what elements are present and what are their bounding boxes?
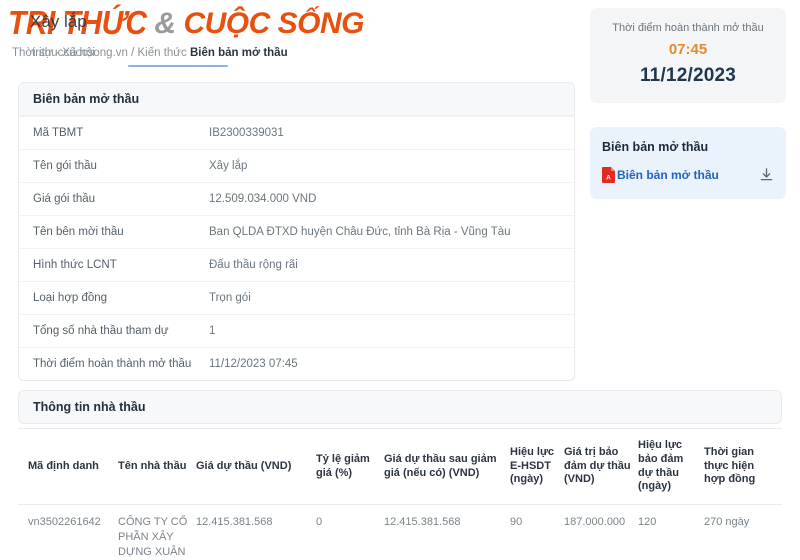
cell-gia-tri-bao-dam: 187.000.000 — [564, 516, 626, 528]
pdf-file-icon: A — [602, 167, 615, 183]
detail-key: Thời điểm hoàn thành mở thầu — [33, 358, 192, 370]
column-header-ten-nha-thau[interactable]: Tên nhà thầu — [118, 428, 196, 505]
breadcrumb-separator: / — [131, 47, 135, 59]
detail-key: Tên bên mời thầu — [33, 226, 124, 238]
detail-row: Tên bên mời thầu Ban QLDA ĐTXD huyện Châ… — [19, 215, 574, 248]
column-header-gia-tri-bao-dam[interactable]: Giá trị bảo đảm dự thầu (VND) — [564, 428, 638, 505]
detail-row: Mã TBMT IB2300339031 — [19, 116, 574, 149]
detail-row: Hình thức LCNT Đấu thầu rộng rãi — [19, 248, 574, 281]
breadcrumb-overlay: trithuccuocsong.vn / Kiến thức Biên bản … — [32, 47, 288, 59]
column-header-hieu-luc-ehsdt[interactable]: Hiệu lực E-HSDT (ngày) — [510, 428, 564, 505]
cell-gia-du-thau: 12.415.381.568 — [196, 516, 273, 528]
document-card: Biên bản mở thầu A Biên bản mở thầu — [590, 127, 786, 199]
detail-key: Tổng số nhà thầu tham dự — [33, 325, 169, 337]
sidebar-right: Thời điểm hoàn thành mở thầu 07:45 11/12… — [590, 8, 786, 199]
breadcrumb-item-category[interactable]: Kiến thức — [138, 47, 187, 59]
column-header-gia-du-thau[interactable]: Giá dự thầu (VND) — [196, 428, 316, 505]
column-header-ma-dinh-danh[interactable]: Mã định danh — [18, 428, 118, 505]
detail-value: 12.509.034.000 VND — [209, 193, 317, 205]
bidders-panel-title: Thông tin nhà thầu — [18, 390, 782, 424]
open-date-value: 11/12/2023 — [639, 65, 737, 86]
document-card-title: Biên bản mở thầu — [602, 140, 709, 154]
table-row: vn3502261642 CÔNG TY CỔ PHẦN XÂY DỰNG XU… — [18, 505, 782, 560]
minutes-panel-title: Biên bản mở thầu — [19, 83, 574, 116]
detail-row: Giá gói thầu 12.509.034.000 VND — [19, 182, 574, 215]
active-tab-indicator — [128, 65, 228, 67]
document-download-row[interactable]: A Biên bản mở thầu — [602, 167, 774, 183]
detail-row: Thời điểm hoàn thành mở thầu 11/12/2023 … — [19, 347, 574, 380]
detail-key: Hình thức LCNT — [33, 259, 117, 271]
detail-row: Tên gói thầu Xây lắp — [19, 149, 574, 182]
page-root: TRI THỨC & CUỘC SỐNG Xây lắp Thời sự - X… — [0, 0, 800, 560]
detail-value: Xây lắp — [209, 160, 248, 172]
logo-ampersand: & — [154, 7, 176, 40]
detail-value: Trọn gói — [209, 292, 251, 304]
column-header-hieu-luc-bao-dam[interactable]: Hiệu lực bảo đảm dự thầu (ngày) — [638, 428, 704, 505]
cell-ty-le-giam-gia: 0 — [316, 516, 323, 528]
detail-key: Tên gói thầu — [33, 160, 97, 172]
detail-key: Loại hợp đồng — [33, 292, 108, 304]
breadcrumb-current: Biên bản mở thầu — [189, 47, 288, 59]
open-time-card: Thời điểm hoàn thành mở thầu 07:45 11/12… — [590, 8, 786, 103]
detail-value: Ban QLDA ĐTXD huyện Châu Đức, tỉnh Bà Rị… — [209, 226, 511, 238]
site-header: TRI THỨC & CUỘC SỐNG Xây lắp Thời sự - X… — [0, 0, 575, 75]
logo-text-secondary: CUỘC SỐNG — [183, 7, 364, 40]
column-header-ty-le-giam-gia[interactable]: Tỷ lệ giảm giá (%) — [316, 428, 384, 505]
detail-value: 1 — [209, 325, 216, 337]
page-title-overlay: Xây lắp — [30, 12, 87, 31]
detail-value: Đấu thầu rộng rãi — [209, 259, 298, 271]
cell-thoi-gian-hop-dong: 270 ngày — [704, 516, 750, 528]
detail-row: Tổng số nhà thầu tham dự 1 — [19, 314, 574, 347]
bidders-table: Mã định danh Tên nhà thầu Giá dự thầu (V… — [18, 428, 782, 560]
cell-hieu-luc-ehsdt: 90 — [510, 516, 523, 528]
column-header-gia-sau-giam-gia[interactable]: Giá dự thầu sau giảm giá (nếu có) (VND) — [384, 428, 510, 505]
column-header-thoi-gian-hop-dong[interactable]: Thời gian thực hiện hợp đồng — [704, 428, 782, 505]
table-header-row: Mã định danh Tên nhà thầu Giá dự thầu (V… — [18, 428, 782, 505]
detail-key: Giá gói thầu — [33, 193, 96, 205]
cell-ten-nha-thau: CÔNG TY CỔ PHẦN XÂY DỰNG XUÂN VŨ — [118, 516, 188, 558]
cell-gia-sau-giam-gia: 12.415.381.568 — [384, 516, 461, 528]
download-icon[interactable] — [759, 167, 774, 183]
detail-key: Mã TBMT — [33, 127, 84, 139]
detail-row: Loại hợp đồng Trọn gói — [19, 281, 574, 314]
svg-text:A: A — [606, 175, 611, 182]
open-time-label: Thời điểm hoàn thành mở thầu — [612, 22, 764, 34]
detail-value: IB2300339031 — [209, 127, 284, 139]
open-time-value: 07:45 — [668, 41, 708, 58]
minutes-panel: Biên bản mở thầu Mã TBMT IB2300339031 Tê… — [18, 82, 575, 381]
cell-hieu-luc-bao-dam: 120 — [638, 516, 657, 528]
detail-value: 11/12/2023 07:45 — [209, 358, 298, 370]
document-download-link[interactable]: Biên bản mở thầu — [617, 168, 759, 182]
cell-ma-dinh-danh: vn3502261642 — [28, 516, 101, 528]
breadcrumb-domain[interactable]: trithuccuocsong.vn — [32, 47, 128, 59]
bidders-panel: Thông tin nhà thầu — [18, 390, 782, 424]
